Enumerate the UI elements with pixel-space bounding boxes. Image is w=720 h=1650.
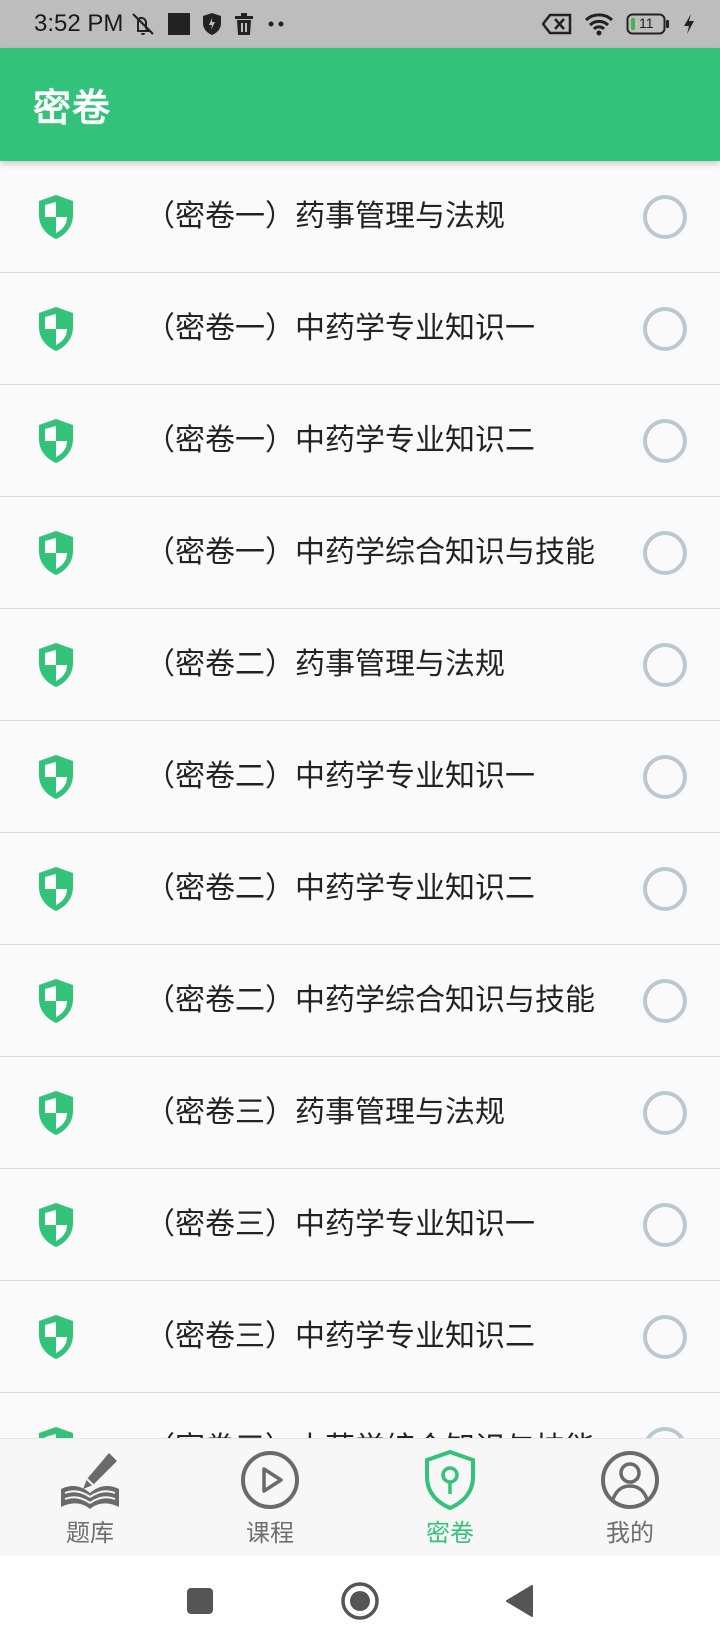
more-dots-icon xyxy=(265,19,287,29)
list-item-title: （密卷三）中药学专业知识一 xyxy=(145,1206,535,1242)
radio-button[interactable] xyxy=(643,642,687,687)
list-item[interactable]: （密卷一）中药学专业知识二 xyxy=(0,385,720,497)
user-circle-icon xyxy=(599,1449,661,1511)
shield-status-icon xyxy=(201,12,223,36)
radio-button[interactable] xyxy=(643,978,687,1023)
list-item[interactable]: （密卷一）药事管理与法规 xyxy=(0,161,720,273)
list-item-title: （密卷二）中药学综合知识与技能 xyxy=(145,982,595,1018)
nav-item-courses[interactable]: 课程 xyxy=(180,1439,360,1556)
square-icon xyxy=(167,12,191,36)
shield-icon xyxy=(36,977,76,1025)
radio-button[interactable] xyxy=(643,530,687,575)
list-item[interactable]: （密卷三）中药学专业知识一 xyxy=(0,1169,720,1281)
list-item[interactable]: （密卷三）中药学综合知识与技能 xyxy=(0,1393,720,1438)
recents-button[interactable] xyxy=(120,1586,280,1620)
charging-icon xyxy=(682,13,696,35)
no-sim-icon xyxy=(542,13,572,35)
page-title: 密卷 xyxy=(33,86,112,130)
shield-icon xyxy=(36,641,76,689)
radio-button[interactable] xyxy=(643,1090,687,1135)
shield-icon xyxy=(36,1089,76,1137)
shield-icon xyxy=(36,193,76,241)
nav-item-secret-papers[interactable]: 密卷 xyxy=(360,1439,540,1556)
shield-icon xyxy=(36,529,76,577)
list-item-title: （密卷三）中药学专业知识二 xyxy=(145,1318,535,1354)
radio-button[interactable] xyxy=(643,1202,687,1247)
battery-level: 11 xyxy=(639,15,654,31)
wifi-icon xyxy=(584,12,614,36)
list-item-title: （密卷一）药事管理与法规 xyxy=(145,198,505,234)
play-circle-icon xyxy=(239,1449,301,1511)
shield-icon xyxy=(36,1313,76,1361)
list-item[interactable]: （密卷二）中药学专业知识二 xyxy=(0,833,720,945)
list-item-title: （密卷三）中药学综合知识与技能 xyxy=(145,1426,600,1439)
list-item-title: （密卷一）中药学专业知识一 xyxy=(145,310,535,346)
home-button[interactable] xyxy=(280,1581,440,1625)
list-item[interactable]: （密卷一）中药学综合知识与技能 xyxy=(0,497,720,609)
list-item-title: （密卷三）药事管理与法规 xyxy=(145,1094,505,1130)
nav-label: 密卷 xyxy=(426,1519,474,1547)
list-item[interactable]: （密卷二）中药学综合知识与技能 xyxy=(0,945,720,1057)
list-item[interactable]: （密卷二）中药学专业知识一 xyxy=(0,721,720,833)
shield-key-icon xyxy=(419,1449,481,1511)
nav-item-profile[interactable]: 我的 xyxy=(540,1439,720,1556)
radio-button[interactable] xyxy=(643,1314,687,1359)
mute-icon xyxy=(129,11,157,37)
shield-icon xyxy=(36,1425,76,1438)
shield-icon xyxy=(36,865,76,913)
list-item-title: （密卷一）中药学专业知识二 xyxy=(145,422,535,458)
system-navigation-bar xyxy=(0,1556,720,1650)
list-item[interactable]: （密卷一）中药学专业知识一 xyxy=(0,273,720,385)
radio-button[interactable] xyxy=(643,306,687,351)
radio-button[interactable] xyxy=(643,754,687,799)
back-button[interactable] xyxy=(440,1584,600,1622)
list-item-title: （密卷二）中药学专业知识一 xyxy=(145,758,535,794)
list-item[interactable]: （密卷三）中药学专业知识二 xyxy=(0,1281,720,1393)
radio-button[interactable] xyxy=(643,194,687,239)
status-bar: 3:52 PM 11 xyxy=(0,0,720,48)
radio-button[interactable] xyxy=(643,866,687,911)
list-item-title: （密卷二）中药学专业知识二 xyxy=(145,870,535,906)
shield-icon xyxy=(36,305,76,353)
book-pen-icon xyxy=(59,1449,121,1511)
bottom-navigation: 题库 课程 密卷 我的 xyxy=(0,1438,720,1556)
status-system-icons: 11 xyxy=(542,12,696,36)
shield-icon xyxy=(36,417,76,465)
radio-button[interactable] xyxy=(643,1426,687,1438)
list-item[interactable]: （密卷二）药事管理与法规 xyxy=(0,609,720,721)
battery-icon: 11 xyxy=(626,12,670,36)
status-time: 3:52 PM xyxy=(34,10,124,37)
list-item-title: （密卷一）中药学综合知识与技能 xyxy=(145,534,595,570)
radio-button[interactable] xyxy=(643,418,687,463)
nav-label: 题库 xyxy=(66,1519,114,1547)
shield-icon xyxy=(36,1201,76,1249)
nav-label: 课程 xyxy=(246,1519,294,1547)
app-bar: 密卷 xyxy=(0,48,720,161)
shield-icon xyxy=(36,753,76,801)
exam-paper-list[interactable]: （密卷一）药事管理与法规 （密卷一）中药学专业知识一 （密卷一）中药学专业知识二 xyxy=(0,161,720,1438)
list-item[interactable]: （密卷三）药事管理与法规 xyxy=(0,1057,720,1169)
list-item-title: （密卷二）药事管理与法规 xyxy=(145,646,505,682)
back-triangle-icon xyxy=(505,1584,535,1622)
square-icon xyxy=(185,1586,215,1620)
home-circle-icon xyxy=(340,1581,380,1625)
nav-item-question-bank[interactable]: 题库 xyxy=(0,1439,180,1556)
status-notification-icons xyxy=(129,11,287,37)
trash-icon xyxy=(233,12,255,36)
nav-label: 我的 xyxy=(606,1519,654,1547)
